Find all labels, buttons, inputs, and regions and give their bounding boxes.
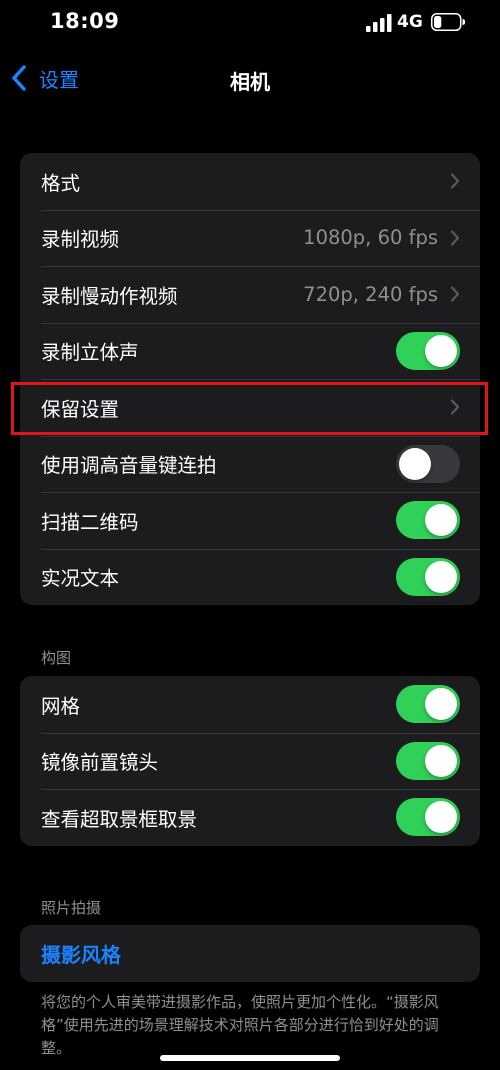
row-record-slomo[interactable]: 录制慢动作视频 720p, 240 fps — [20, 266, 480, 323]
photographic-styles-link: 摄影风格 — [41, 942, 121, 967]
record-stereo-toggle[interactable] — [396, 331, 460, 370]
row-mirror-front: 镜像前置镜头 — [20, 732, 480, 790]
status-time: 18:09 — [50, 9, 120, 33]
navigation-bar: 设置 相机 — [0, 55, 500, 103]
battery-icon — [431, 13, 465, 31]
row-label: 录制立体声 — [41, 341, 139, 365]
row-label: 录制视频 — [41, 228, 120, 252]
home-indicator[interactable] — [160, 1055, 340, 1061]
row-volume-burst: 使用调高音量键连拍 — [20, 435, 480, 493]
live-text-toggle[interactable] — [396, 557, 460, 596]
row-label: 使用调高音量键连拍 — [41, 454, 217, 478]
section-header-composition: 构图 — [41, 649, 72, 667]
camera-settings-group: 格式 录制视频 1080p, 60 fps 录制慢动作视频 720p, 240 … — [20, 153, 480, 605]
cellular-signal-icon — [366, 14, 392, 32]
row-label: 格式 — [41, 171, 81, 195]
row-label: 实况文本 — [41, 567, 120, 591]
grid-toggle[interactable] — [396, 685, 460, 724]
row-grid: 网格 — [20, 676, 480, 733]
row-label: 网格 — [41, 694, 81, 718]
row-label: 查看超取景框取景 — [41, 807, 198, 831]
page-title: 相机 — [230, 70, 270, 94]
view-outside-frame-toggle[interactable] — [396, 798, 460, 837]
network-type: 4G — [397, 12, 423, 32]
row-record-video[interactable]: 录制视频 1080p, 60 fps — [20, 209, 480, 267]
row-value: 1080p, 60 fps — [303, 226, 438, 250]
section-header-photo-capture: 照片拍摄 — [41, 899, 102, 917]
chevron-right-icon — [450, 173, 460, 189]
chevron-right-icon — [450, 286, 460, 302]
row-label: 扫描二维码 — [41, 510, 139, 534]
row-photographic-styles[interactable]: 摄影风格 — [20, 925, 480, 982]
composition-group: 网格 镜像前置镜头 查看超取景框取景 — [20, 676, 480, 846]
chevron-right-icon — [450, 230, 460, 246]
volume-burst-toggle[interactable] — [396, 444, 460, 483]
row-scan-qr: 扫描二维码 — [20, 492, 480, 549]
highlight-annotation — [11, 382, 488, 435]
status-bar: 18:09 4G — [0, 0, 500, 48]
row-record-stereo: 录制立体声 — [20, 322, 480, 380]
mirror-front-toggle[interactable] — [396, 741, 460, 780]
row-view-outside-frame: 查看超取景框取景 — [20, 789, 480, 846]
row-label: 录制慢动作视频 — [41, 284, 178, 308]
photographic-styles-description: 将您的个人审美带进摄影作品，使照片更加个性化。“摄影风格”使用先进的场景理解技术… — [41, 993, 439, 1057]
row-live-text: 实况文本 — [20, 548, 480, 606]
scan-qr-toggle[interactable] — [396, 501, 460, 540]
photo-capture-group: 摄影风格 — [20, 925, 480, 982]
row-label: 镜像前置镜头 — [41, 751, 159, 775]
row-value: 720p, 240 fps — [303, 282, 438, 306]
row-formats[interactable]: 格式 — [20, 153, 480, 210]
